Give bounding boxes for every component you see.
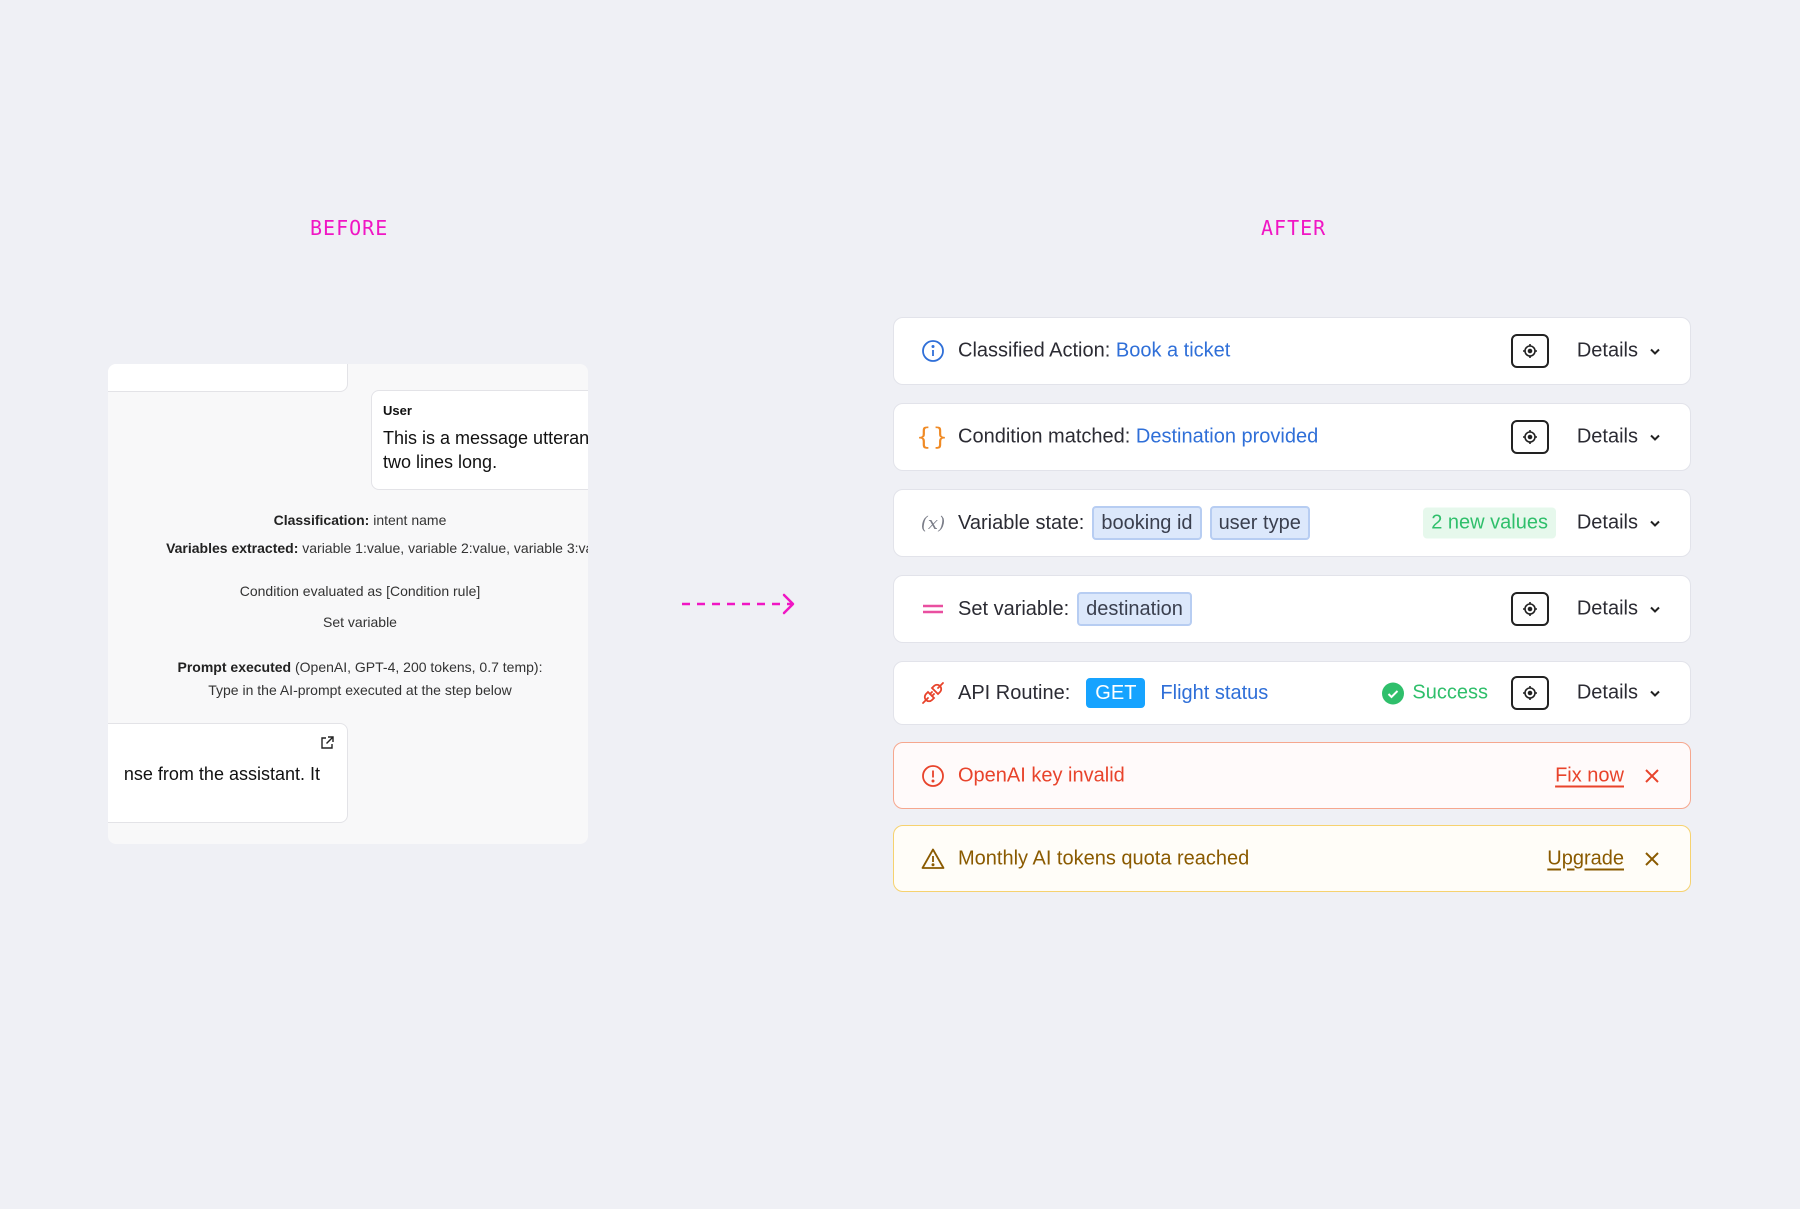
warning-triangle-icon: [920, 846, 946, 872]
transition-arrow-icon: [680, 592, 800, 621]
user-sender-label: User: [383, 403, 412, 418]
target-icon: [1523, 602, 1537, 616]
locate-button[interactable]: [1511, 420, 1549, 454]
target-icon: [1523, 430, 1537, 444]
chevron-down-icon: [1650, 520, 1660, 527]
assistant-message-text: nse from the assistant. It: [123, 764, 320, 784]
details-toggle[interactable]: Details: [1577, 426, 1662, 449]
locate-button[interactable]: [1511, 676, 1549, 710]
variable-chip[interactable]: booking id: [1092, 506, 1202, 540]
upgrade-link[interactable]: Upgrade: [1547, 847, 1624, 870]
prompt-description-line: Type in the AI-prompt executed at the st…: [208, 682, 512, 698]
fix-now-link[interactable]: Fix now: [1555, 764, 1624, 787]
condition-line: Condition evaluated as [Condition rule]: [239, 583, 481, 599]
user-message-card: User This is a message utterance two lin…: [371, 390, 588, 490]
chevron-down-icon: [1650, 348, 1660, 355]
locate-button[interactable]: [1511, 592, 1549, 626]
details-toggle[interactable]: Details: [1577, 512, 1662, 535]
info-icon: [920, 338, 946, 364]
locate-button[interactable]: [1511, 334, 1549, 368]
target-icon: [1523, 686, 1537, 700]
after-heading: AFTER: [1261, 216, 1327, 240]
variable-x-icon: (x): [920, 512, 946, 534]
variables-line: Variables extracted: variable 1:value, v…: [166, 540, 588, 556]
braces-icon: {}: [916, 423, 950, 451]
error-alert: OpenAI key invalid Fix now: [893, 742, 1691, 809]
variable-chip[interactable]: user type: [1209, 506, 1310, 540]
error-alert-text: OpenAI key invalid: [958, 764, 1125, 786]
check-circle-icon: [1382, 682, 1405, 704]
condition-matched-row: {} Condition matched: Destination provid…: [893, 403, 1691, 471]
variable-state-row: (x) Variable state: booking id user type…: [893, 489, 1691, 557]
api-routine-row: API Routine: GET Flight status Success D…: [893, 661, 1691, 725]
classified-action-title: Classified Action: Book a ticket: [958, 339, 1231, 363]
condition-link[interactable]: Destination provided: [1136, 426, 1318, 449]
warning-alert-text: Monthly AI tokens quota reached: [958, 847, 1250, 869]
http-method-badge: GET: [1086, 678, 1146, 708]
set-variable-line: Set variable: [323, 614, 397, 630]
prompt-line: Prompt executed (OpenAI, GPT-4, 200 toke…: [177, 659, 543, 675]
alert-circle-icon: [920, 763, 946, 789]
assistant-message-card: nse from the assistant. It: [108, 723, 348, 823]
condition-matched-title: Condition matched: Destination provided: [958, 425, 1319, 449]
close-icon[interactable]: [1642, 849, 1662, 869]
api-routine-link[interactable]: Flight status: [1160, 682, 1268, 705]
set-variable-title: Set variable: destination: [958, 592, 1192, 626]
details-toggle[interactable]: Details: [1577, 598, 1662, 621]
external-link-icon[interactable]: [320, 736, 336, 752]
variable-state-title: Variable state: booking id user type: [958, 506, 1310, 540]
variable-chip[interactable]: destination: [1077, 592, 1192, 626]
user-message-text: This is a message utterance two lines lo…: [383, 428, 588, 472]
details-toggle[interactable]: Details: [1577, 682, 1662, 705]
plug-icon: [920, 680, 946, 706]
previous-message-card: [108, 364, 348, 392]
warning-alert: Monthly AI tokens quota reached Upgrade: [893, 825, 1691, 892]
details-toggle[interactable]: Details: [1577, 340, 1662, 363]
before-panel: User This is a message utterance two lin…: [108, 364, 588, 844]
set-variable-row: Set variable: destination Details: [893, 575, 1691, 643]
success-status: Success: [1382, 682, 1488, 705]
api-routine-title: API Routine: GET Flight status: [958, 678, 1268, 708]
target-icon: [1523, 344, 1537, 358]
new-values-badge: 2 new values: [1423, 507, 1556, 539]
chevron-down-icon: [1650, 434, 1660, 441]
before-heading: BEFORE: [310, 216, 389, 240]
chevron-down-icon: [1650, 690, 1660, 697]
chevron-down-icon: [1650, 606, 1660, 613]
equals-icon: [920, 596, 946, 622]
classified-action-link[interactable]: Book a ticket: [1116, 340, 1231, 363]
classified-action-row: Classified Action: Book a ticket Details: [893, 317, 1691, 385]
close-icon[interactable]: [1642, 766, 1662, 786]
classification-line: Classification: intent name: [273, 512, 447, 528]
